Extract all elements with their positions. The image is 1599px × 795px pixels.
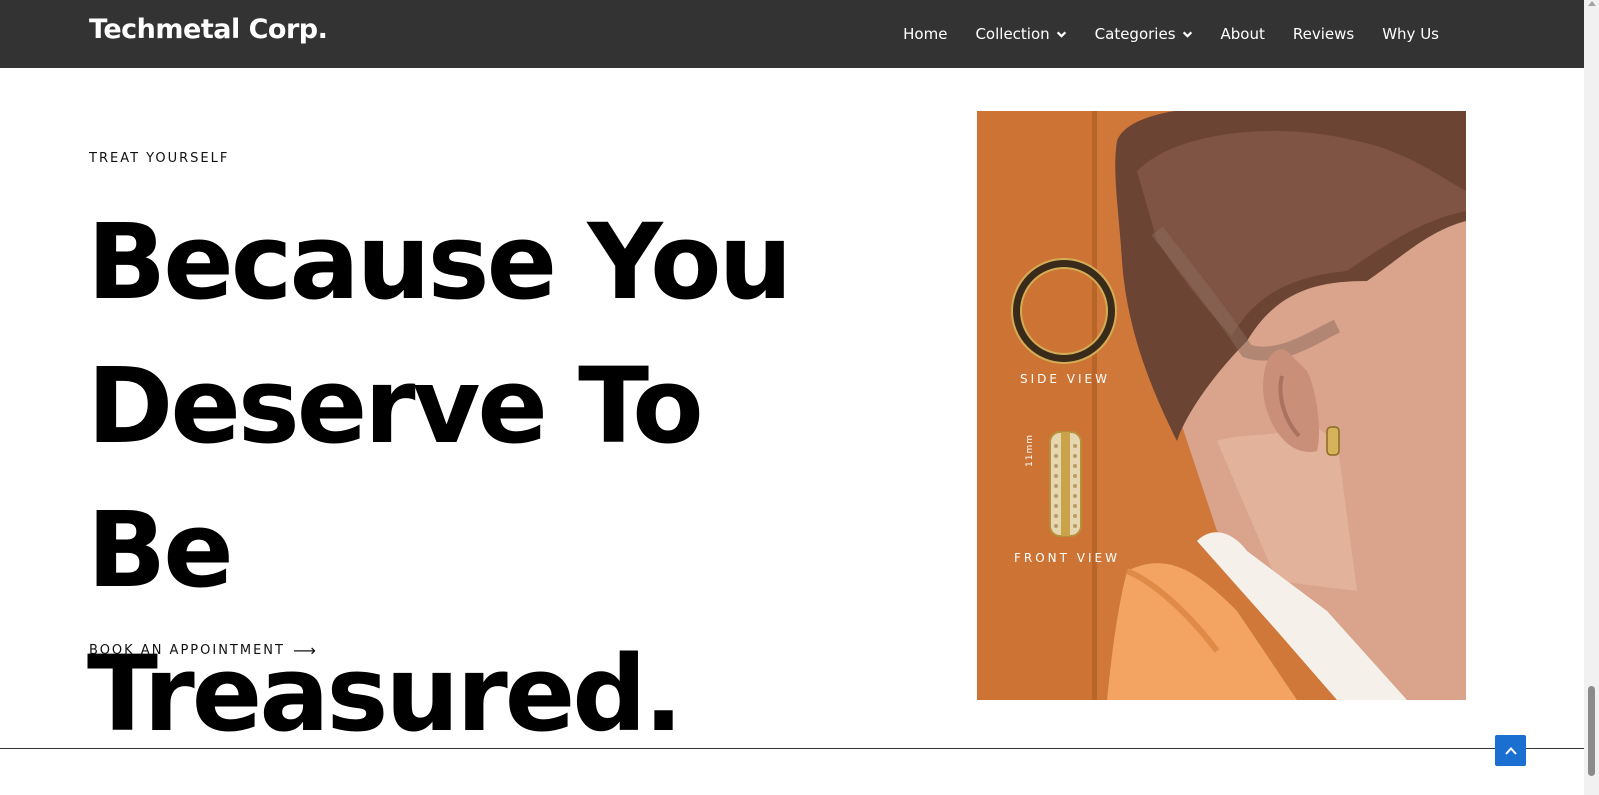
chevron-down-icon xyxy=(1182,31,1192,38)
hero-eyebrow: TREAT YOURSELF xyxy=(89,151,230,166)
side-view-label: SIDE VIEW xyxy=(1020,372,1110,386)
nav-home[interactable]: Home xyxy=(889,25,961,43)
nav-reviews-label: Reviews xyxy=(1292,25,1355,43)
main-nav: Home Collection Categories About Reviews… xyxy=(889,0,1453,68)
scrollbar-thumb[interactable] xyxy=(1588,686,1595,776)
nav-about[interactable]: About xyxy=(1207,25,1279,43)
nav-about-label: About xyxy=(1220,25,1265,43)
chevron-down-icon xyxy=(1056,31,1066,38)
back-to-top-button[interactable] xyxy=(1495,735,1526,766)
nav-why-us-label: Why Us xyxy=(1382,25,1439,43)
promo-illustration xyxy=(977,111,1466,700)
headline-line-2: Deserve To Be xyxy=(87,345,704,611)
nav-home-label: Home xyxy=(903,25,948,43)
nav-why-us[interactable]: Why Us xyxy=(1368,25,1453,43)
nav-categories[interactable]: Categories xyxy=(1081,25,1207,43)
hero-headline: Because You Deserve To Be Treasured. xyxy=(87,190,867,766)
size-label: 11mm xyxy=(1025,434,1035,467)
nav-collection-label: Collection xyxy=(975,25,1050,43)
earring-promo-image: SIDE VIEW 11mm FRONT VIEW xyxy=(977,111,1466,700)
site-header: Techmetal Corp. Home Collection Categori… xyxy=(0,0,1584,68)
book-appointment-link[interactable]: BOOK AN APPOINTMENT ⟶ xyxy=(89,641,316,660)
brand-logo[interactable]: Techmetal Corp. xyxy=(89,14,328,45)
arrow-right-icon: ⟶ xyxy=(292,641,316,660)
scroll-up-arrow-icon[interactable] xyxy=(1588,1,1596,6)
nav-reviews[interactable]: Reviews xyxy=(1279,25,1368,43)
headline-line-1: Because You xyxy=(87,201,793,323)
chevron-up-icon xyxy=(1504,746,1517,755)
nav-collection[interactable]: Collection xyxy=(961,25,1080,43)
front-view-label: FRONT VIEW xyxy=(1014,551,1121,565)
section-divider xyxy=(0,748,1584,749)
page-scrollbar[interactable] xyxy=(1584,0,1599,795)
nav-categories-label: Categories xyxy=(1094,25,1176,43)
cta-label: BOOK AN APPOINTMENT xyxy=(89,643,285,658)
